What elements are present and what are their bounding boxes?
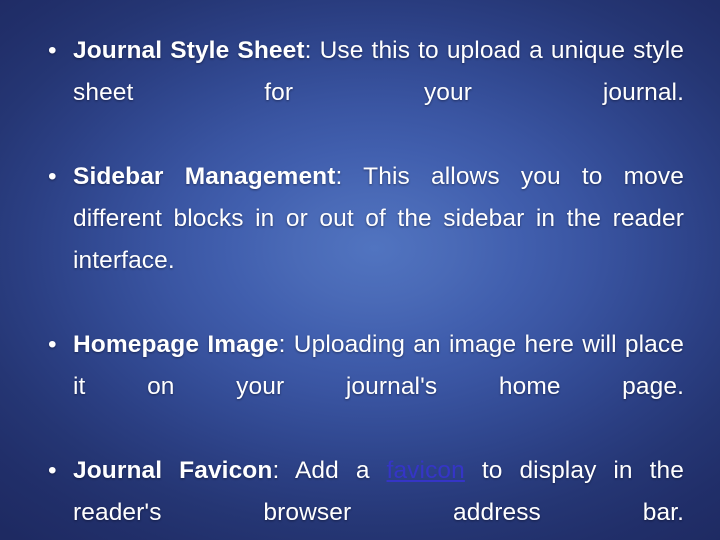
list-item: • Journal Favicon: Add a favicon to disp…	[36, 450, 684, 540]
list-item-term: Sidebar Management	[73, 163, 336, 190]
list-item-body: Sidebar Management: This allows you to m…	[73, 156, 684, 324]
favicon-link[interactable]: favicon	[387, 457, 465, 484]
list-item-term: Homepage Image	[73, 331, 279, 358]
list-item: • Journal Style Sheet: Use this to uploa…	[36, 30, 684, 156]
list-item-term: Journal Favicon	[73, 457, 273, 484]
list-item-separator: :	[278, 331, 294, 358]
list-item-separator: :	[272, 457, 295, 484]
list-item-body: Journal Favicon: Add a favicon to displa…	[73, 450, 684, 540]
list-item-term: Journal Style Sheet	[73, 37, 305, 64]
list-item: • Homepage Image: Uploading an image her…	[36, 324, 684, 450]
bullet-marker-icon: •	[48, 457, 57, 484]
list-item-separator: :	[304, 37, 320, 64]
bullet-marker-icon: •	[48, 37, 57, 64]
list-item-description-before-link: Add a	[294, 457, 387, 484]
slide-canvas: • Journal Style Sheet: Use this to uploa…	[0, 0, 720, 540]
bullet-list: • Journal Style Sheet: Use this to uploa…	[36, 30, 684, 540]
list-item-body: Homepage Image: Uploading an image here …	[73, 324, 684, 450]
list-item-body: Journal Style Sheet: Use this to upload …	[73, 30, 684, 156]
bullet-marker-icon: •	[48, 163, 57, 190]
list-item: • Sidebar Management: This allows you to…	[36, 156, 684, 324]
list-item-separator: :	[335, 163, 364, 190]
bullet-marker-icon: •	[48, 331, 57, 358]
